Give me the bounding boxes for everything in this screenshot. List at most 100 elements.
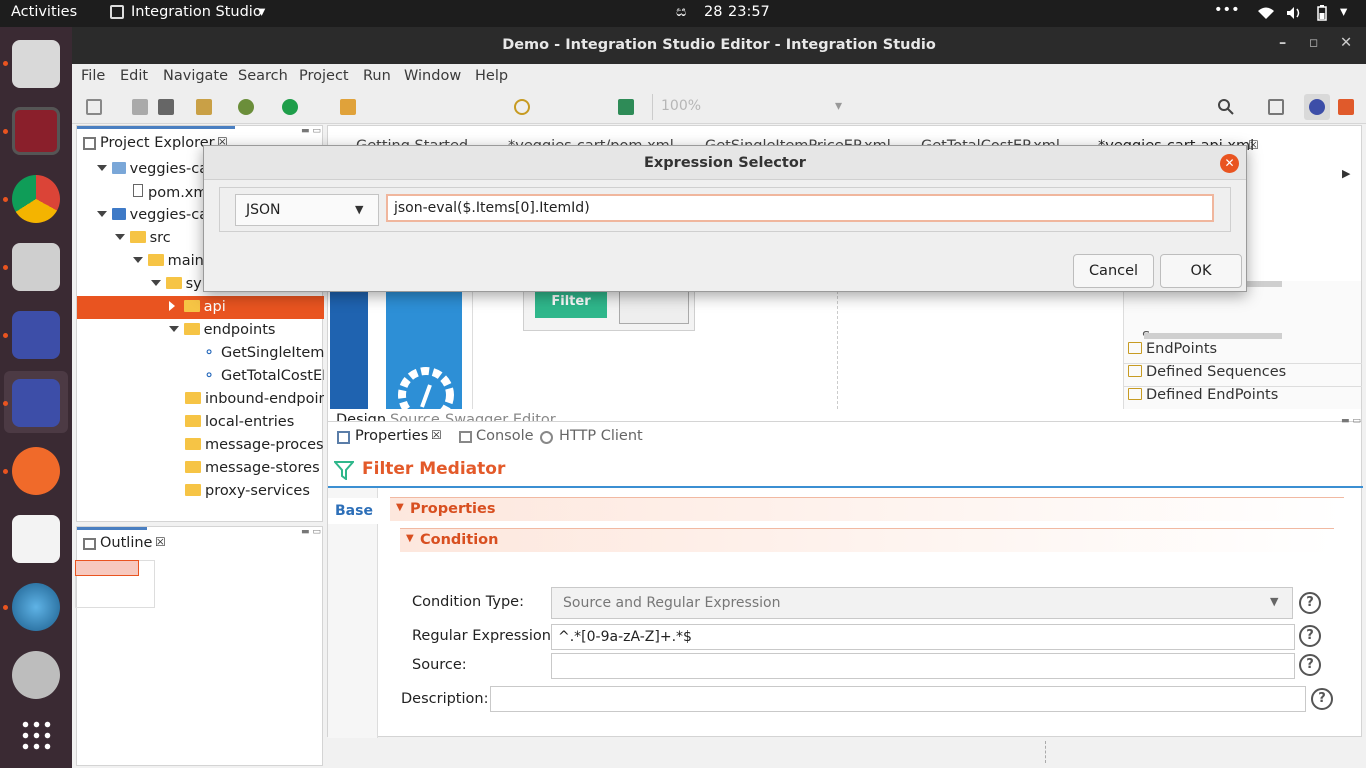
- source-input[interactable]: [551, 653, 1295, 679]
- tab-properties[interactable]: Properties: [355, 428, 428, 444]
- section-chevron-down-icon[interactable]: ▼: [396, 502, 404, 513]
- app-menu-chevron-down-icon[interactable]: ▾: [258, 4, 265, 20]
- tree-item[interactable]: pom.xm: [133, 184, 208, 201]
- clock-time[interactable]: 23:57: [728, 4, 770, 20]
- regex-input[interactable]: ^.*[0-9a-zA-Z]+.*$: [551, 624, 1295, 650]
- new-file-icon[interactable]: [86, 99, 102, 115]
- menu-window[interactable]: Window: [404, 68, 461, 84]
- debug-icon[interactable]: [238, 99, 254, 115]
- menu-edit[interactable]: Edit: [120, 68, 148, 84]
- clock-date[interactable]: 28: [704, 4, 722, 20]
- activities-button[interactable]: Activities: [11, 4, 77, 20]
- aperture-app-icon[interactable]: [12, 583, 60, 631]
- battery-icon[interactable]: [1317, 5, 1327, 21]
- description-input[interactable]: [490, 686, 1306, 712]
- help-icon[interactable]: ?: [1299, 625, 1321, 647]
- minimize-view-icon[interactable]: ▬ ▭: [301, 126, 321, 136]
- disc-icon[interactable]: [12, 651, 60, 699]
- zoom-combo[interactable]: 100%: [661, 98, 701, 114]
- postman-icon[interactable]: [12, 447, 60, 495]
- close-tab-icon[interactable]: ☒: [431, 428, 442, 442]
- open-perspective-icon[interactable]: [618, 99, 634, 115]
- expression-type-chevron-down-icon[interactable]: ▼: [355, 203, 363, 216]
- minimize-icon[interactable]: –: [1279, 35, 1286, 51]
- tree-item-selected[interactable]: api: [169, 299, 226, 315]
- palette-group-defined-endpoints[interactable]: Defined EndPoints: [1124, 387, 1362, 409]
- minimize-view-icon[interactable]: ▬ ▭: [1341, 416, 1361, 426]
- tree-item[interactable]: ⚬ GetTotalCostEF: [203, 368, 324, 384]
- tree-item[interactable]: message-processo: [185, 437, 324, 453]
- tree-item[interactable]: inbound-endpoint: [185, 391, 324, 407]
- search-icon[interactable]: [1218, 99, 1234, 115]
- tree-item[interactable]: main: [133, 253, 204, 269]
- tree-item[interactable]: src: [115, 230, 171, 246]
- menu-file[interactable]: File: [81, 68, 105, 84]
- back-icon[interactable]: [514, 99, 530, 115]
- tab-http-client[interactable]: HTTP Client: [559, 428, 643, 444]
- rocket-icon[interactable]: [1338, 99, 1354, 115]
- tab-outline[interactable]: Outline: [100, 535, 152, 551]
- zoom-chevron-down-icon[interactable]: ▾: [835, 98, 842, 114]
- section-condition[interactable]: Condition: [400, 528, 1334, 552]
- tree-item[interactable]: veggies-car: [97, 207, 214, 223]
- save-icon[interactable]: [132, 99, 148, 115]
- show-applications-icon[interactable]: [20, 719, 52, 751]
- palette-group-defined-sequences[interactable]: Defined Sequences: [1124, 364, 1362, 387]
- minimize-view-icon[interactable]: ▬ ▭: [301, 527, 321, 537]
- integration-studio-dock-icon[interactable]: [12, 311, 60, 359]
- ok-button[interactable]: OK: [1160, 254, 1242, 288]
- integration-perspective-icon[interactable]: [1309, 99, 1325, 115]
- files-icon[interactable]: [12, 40, 60, 88]
- terminal-icon[interactable]: [12, 107, 60, 155]
- input-language-indicator[interactable]: ස: [676, 4, 686, 20]
- run-icon[interactable]: [282, 99, 298, 115]
- tab-project-explorer[interactable]: Project Explorer: [100, 135, 215, 151]
- tree-item[interactable]: endpoints: [169, 322, 275, 338]
- tree-item[interactable]: ⚬ GetSingleItemP: [203, 345, 324, 361]
- tree-item[interactable]: proxy-services: [185, 483, 310, 499]
- dialog-close-icon[interactable]: ✕: [1220, 154, 1239, 173]
- scroll-right-icon[interactable]: ▶: [1342, 167, 1350, 180]
- text-editor-icon[interactable]: [12, 515, 60, 563]
- open-perspective-dialog-icon[interactable]: [1268, 99, 1284, 115]
- save-all-icon[interactable]: [158, 99, 174, 115]
- palette-group-endpoints[interactable]: EndPoints: [1124, 341, 1362, 364]
- integration-studio-active-dock-icon[interactable]: [12, 379, 60, 427]
- cancel-button[interactable]: Cancel: [1073, 254, 1154, 288]
- condition-type-chevron-down-icon[interactable]: ▼: [1270, 595, 1278, 608]
- side-tab-base[interactable]: Base: [328, 498, 379, 524]
- menu-run[interactable]: Run: [363, 68, 391, 84]
- wifi-icon[interactable]: [1257, 6, 1275, 20]
- subsection-chevron-down-icon[interactable]: ▼: [406, 533, 414, 544]
- help-icon[interactable]: ?: [1299, 654, 1321, 676]
- app-menu[interactable]: Integration Studio: [131, 4, 262, 20]
- system-menu-chevron-down-icon[interactable]: ▾: [1340, 4, 1347, 20]
- menu-project[interactable]: Project: [299, 68, 349, 84]
- project-explorer-icon: [83, 137, 96, 150]
- maximize-icon[interactable]: ◻: [1309, 36, 1318, 49]
- chrome-icon[interactable]: [12, 175, 60, 223]
- section-properties[interactable]: Properties: [390, 497, 1344, 521]
- help-icon[interactable]: ?: [1299, 592, 1321, 614]
- external-tools-icon[interactable]: [340, 99, 356, 115]
- tree-item[interactable]: message-stores: [185, 460, 320, 476]
- outline-viewport[interactable]: [75, 560, 139, 576]
- help-icon[interactable]: ?: [1311, 688, 1333, 710]
- expression-input[interactable]: json-eval($.Items[0].ItemId): [386, 194, 1214, 222]
- magnifier-icon[interactable]: [12, 243, 60, 291]
- menu-help[interactable]: Help: [475, 68, 508, 84]
- tree-item[interactable]: veggies-car: [97, 162, 214, 177]
- close-window-icon[interactable]: ✕: [1340, 35, 1352, 51]
- close-tab-icon[interactable]: ☒: [155, 535, 166, 549]
- more-options-icon[interactable]: •••: [1214, 2, 1240, 18]
- menu-navigate[interactable]: Navigate: [163, 68, 228, 84]
- close-tab-icon[interactable]: ☒: [1248, 138, 1259, 152]
- volume-icon[interactable]: [1286, 6, 1302, 20]
- tab-console[interactable]: Console: [476, 428, 534, 444]
- running-indicator: [3, 605, 8, 610]
- tree-item[interactable]: local-entries: [185, 414, 294, 430]
- build-icon[interactable]: [196, 99, 212, 115]
- app-window: Demo - Integration Studio Editor - Integ…: [72, 27, 1366, 768]
- menu-search[interactable]: Search: [238, 68, 288, 84]
- condition-type-select[interactable]: Source and Regular Expression: [551, 587, 1293, 619]
